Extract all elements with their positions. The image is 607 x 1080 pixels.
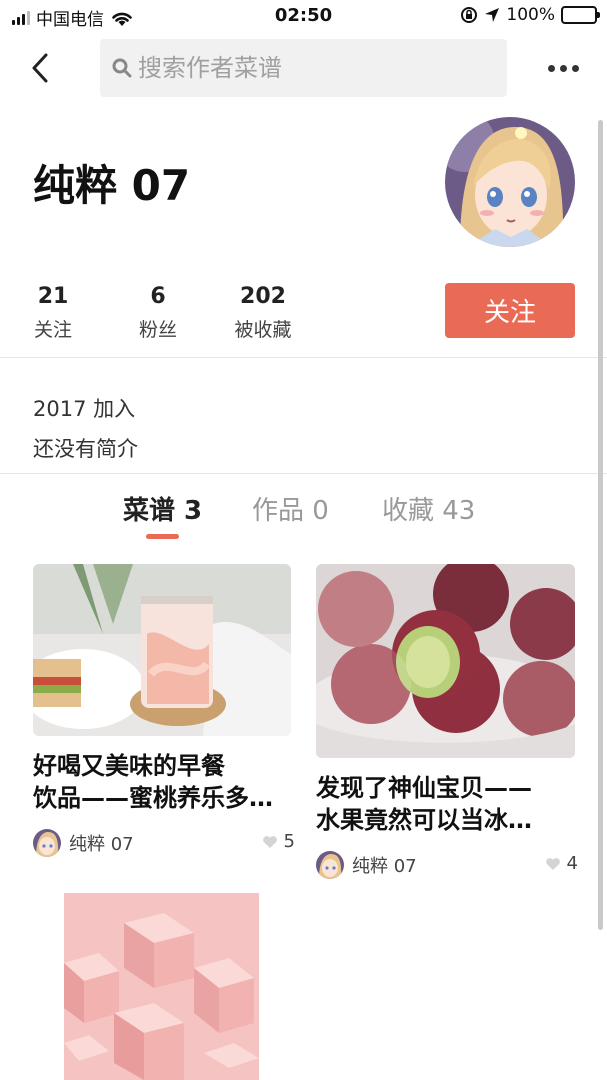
more-dot-icon xyxy=(572,64,579,72)
rotation-lock-icon xyxy=(461,7,478,23)
back-button[interactable] xyxy=(22,50,58,86)
follow-button[interactable]: 关注 xyxy=(445,283,575,338)
stat-value: 6 xyxy=(150,284,166,309)
recipe-card[interactable]: 好喝又美味的早餐 饮品——蜜桃养乐多… 纯粹 07 5 xyxy=(33,564,295,858)
author-name[interactable]: 纯粹 07 xyxy=(69,830,134,856)
recipe-title-line: 好喝又美味的早餐 xyxy=(33,752,225,780)
chevron-left-icon xyxy=(32,53,48,83)
stat-value: 202 xyxy=(240,284,286,309)
stat-followers[interactable]: 6 粉丝 xyxy=(138,284,178,342)
tab-active-indicator xyxy=(146,534,179,539)
avatar-illustration xyxy=(445,117,575,247)
stat-collected[interactable]: 202 被收藏 xyxy=(232,284,294,342)
status-bar: 中国电信 02:50 100% xyxy=(0,0,607,34)
recipe-image[interactable] xyxy=(33,564,291,736)
stat-label: 关注 xyxy=(33,319,72,341)
author-avatar[interactable] xyxy=(33,829,61,857)
search-box[interactable] xyxy=(100,39,507,97)
recipe-title[interactable]: 好喝又美味的早餐 饮品——蜜桃养乐多… xyxy=(33,750,295,814)
search-icon xyxy=(112,58,132,78)
recipe-title-line: 饮品——蜜桃养乐多… xyxy=(33,784,273,812)
like-count[interactable]: 4 xyxy=(545,853,578,874)
stat-label: 被收藏 xyxy=(234,319,292,341)
stat-value: 21 xyxy=(37,284,69,309)
tab-favorites[interactable]: 收藏 43 xyxy=(382,490,475,527)
divider xyxy=(0,473,607,474)
like-count-value: 5 xyxy=(283,831,295,852)
frozen-grapes-photo xyxy=(316,564,575,758)
like-count[interactable]: 5 xyxy=(262,831,295,852)
battery-percent: 100% xyxy=(506,5,555,25)
like-count-value: 4 xyxy=(566,853,578,874)
heart-icon xyxy=(262,835,277,848)
recipe-card[interactable]: 发现了神仙宝贝—— 水果竟然可以当冰… 纯粹 07 4 xyxy=(316,564,578,880)
tab-works[interactable]: 作品 0 xyxy=(252,490,329,527)
author-avatar[interactable] xyxy=(316,851,344,879)
tab-recipes[interactable]: 菜谱 3 xyxy=(123,490,202,527)
recipe-card[interactable] xyxy=(64,893,259,1080)
divider xyxy=(0,357,607,358)
recipe-meta: 纯粹 07 4 xyxy=(316,850,578,880)
status-right: 100% xyxy=(460,5,600,25)
bio-text: 还没有简介 xyxy=(33,437,138,461)
recipe-title-line: 发现了神仙宝贝—— xyxy=(316,774,532,802)
peach-drink-photo xyxy=(33,564,291,736)
jelly-cubes-photo xyxy=(64,893,259,1080)
more-button[interactable] xyxy=(548,58,579,78)
profile-name: 纯粹 07 xyxy=(33,161,191,210)
stat-label: 粉丝 xyxy=(138,319,177,341)
scrollbar[interactable] xyxy=(598,120,603,930)
profile-avatar[interactable] xyxy=(445,117,575,247)
nav-bar xyxy=(0,38,607,98)
recipe-title-line: 水果竟然可以当冰… xyxy=(316,806,532,834)
recipe-image[interactable] xyxy=(316,564,575,758)
recipe-image[interactable] xyxy=(64,893,259,1080)
battery-icon xyxy=(561,6,600,24)
more-dot-icon xyxy=(560,64,567,72)
content-tabs: 菜谱 3 作品 0 收藏 43 xyxy=(0,490,607,540)
location-icon xyxy=(485,8,500,22)
stat-following[interactable]: 21 关注 xyxy=(33,284,73,342)
more-dot-icon xyxy=(548,64,555,72)
recipe-title[interactable]: 发现了神仙宝贝—— 水果竟然可以当冰… xyxy=(316,772,578,836)
recipe-meta: 纯粹 07 5 xyxy=(33,828,295,858)
author-name[interactable]: 纯粹 07 xyxy=(352,852,417,878)
joined-text: 2017 加入 xyxy=(33,397,136,421)
search-input[interactable] xyxy=(138,54,478,82)
heart-icon xyxy=(545,857,560,870)
